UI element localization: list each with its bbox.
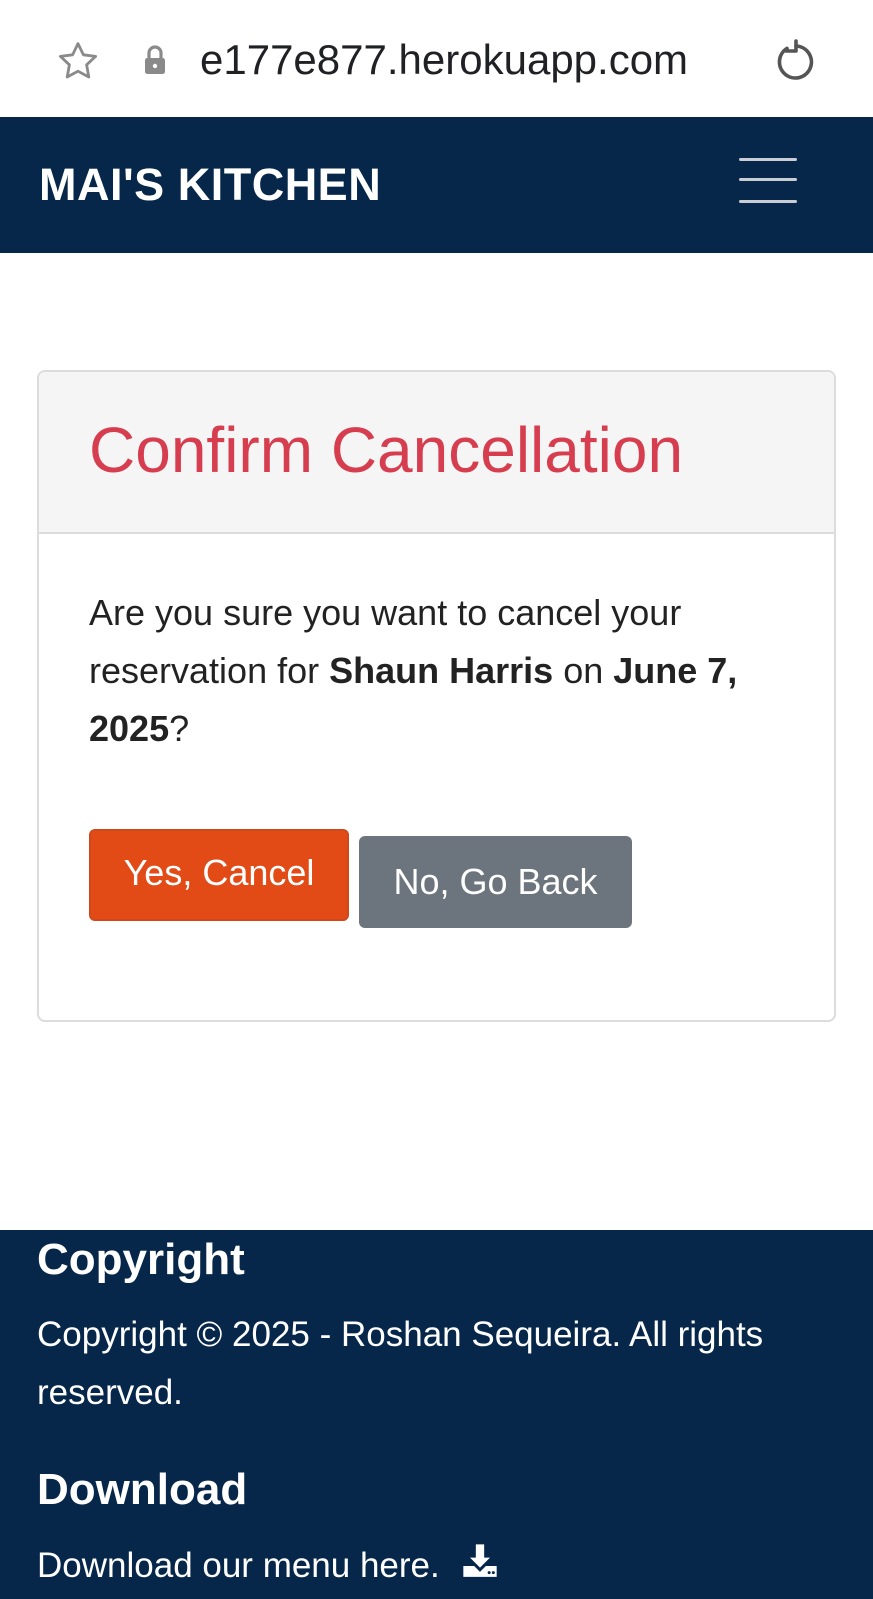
download-row: Download our menu here. xyxy=(37,1537,500,1595)
hamburger-icon[interactable] xyxy=(722,158,800,218)
brand-logo-text[interactable]: MAI'S KITCHEN xyxy=(39,157,381,213)
url-field[interactable]: e177e877.herokuapp.com xyxy=(200,34,740,86)
download-text: Download our menu here. xyxy=(37,1546,440,1585)
copyright-heading: Copyright xyxy=(37,1235,245,1284)
message-suffix: ? xyxy=(169,708,190,749)
yes-cancel-button[interactable]: Yes, Cancel xyxy=(89,829,349,921)
browser-address-bar: e177e877.herokuapp.com xyxy=(0,0,873,117)
reload-icon[interactable] xyxy=(772,38,820,86)
star-icon[interactable] xyxy=(54,38,102,86)
no-go-back-button[interactable]: No, Go Back xyxy=(359,836,632,928)
download-heading: Download xyxy=(37,1465,248,1514)
confirmation-message: Are you sure you want to cancel your res… xyxy=(89,584,789,758)
confirm-cancellation-card: Confirm Cancellation Are you sure you wa… xyxy=(37,370,836,1022)
top-navbar: MAI'S KITCHEN xyxy=(0,117,873,253)
message-middle: on xyxy=(553,650,614,691)
download-icon[interactable] xyxy=(460,1541,500,1581)
lock-icon xyxy=(145,45,165,74)
card-header: Confirm Cancellation xyxy=(39,372,834,534)
reservation-name: Shaun Harris xyxy=(329,650,554,691)
page-title: Confirm Cancellation xyxy=(89,414,684,486)
copyright-text: Copyright © 2025 - Roshan Sequeira. All … xyxy=(37,1315,764,1412)
footer: Copyright Copyright © 2025 - Roshan Sequ… xyxy=(0,1230,873,1599)
card-body: Are you sure you want to cancel your res… xyxy=(39,534,834,1020)
